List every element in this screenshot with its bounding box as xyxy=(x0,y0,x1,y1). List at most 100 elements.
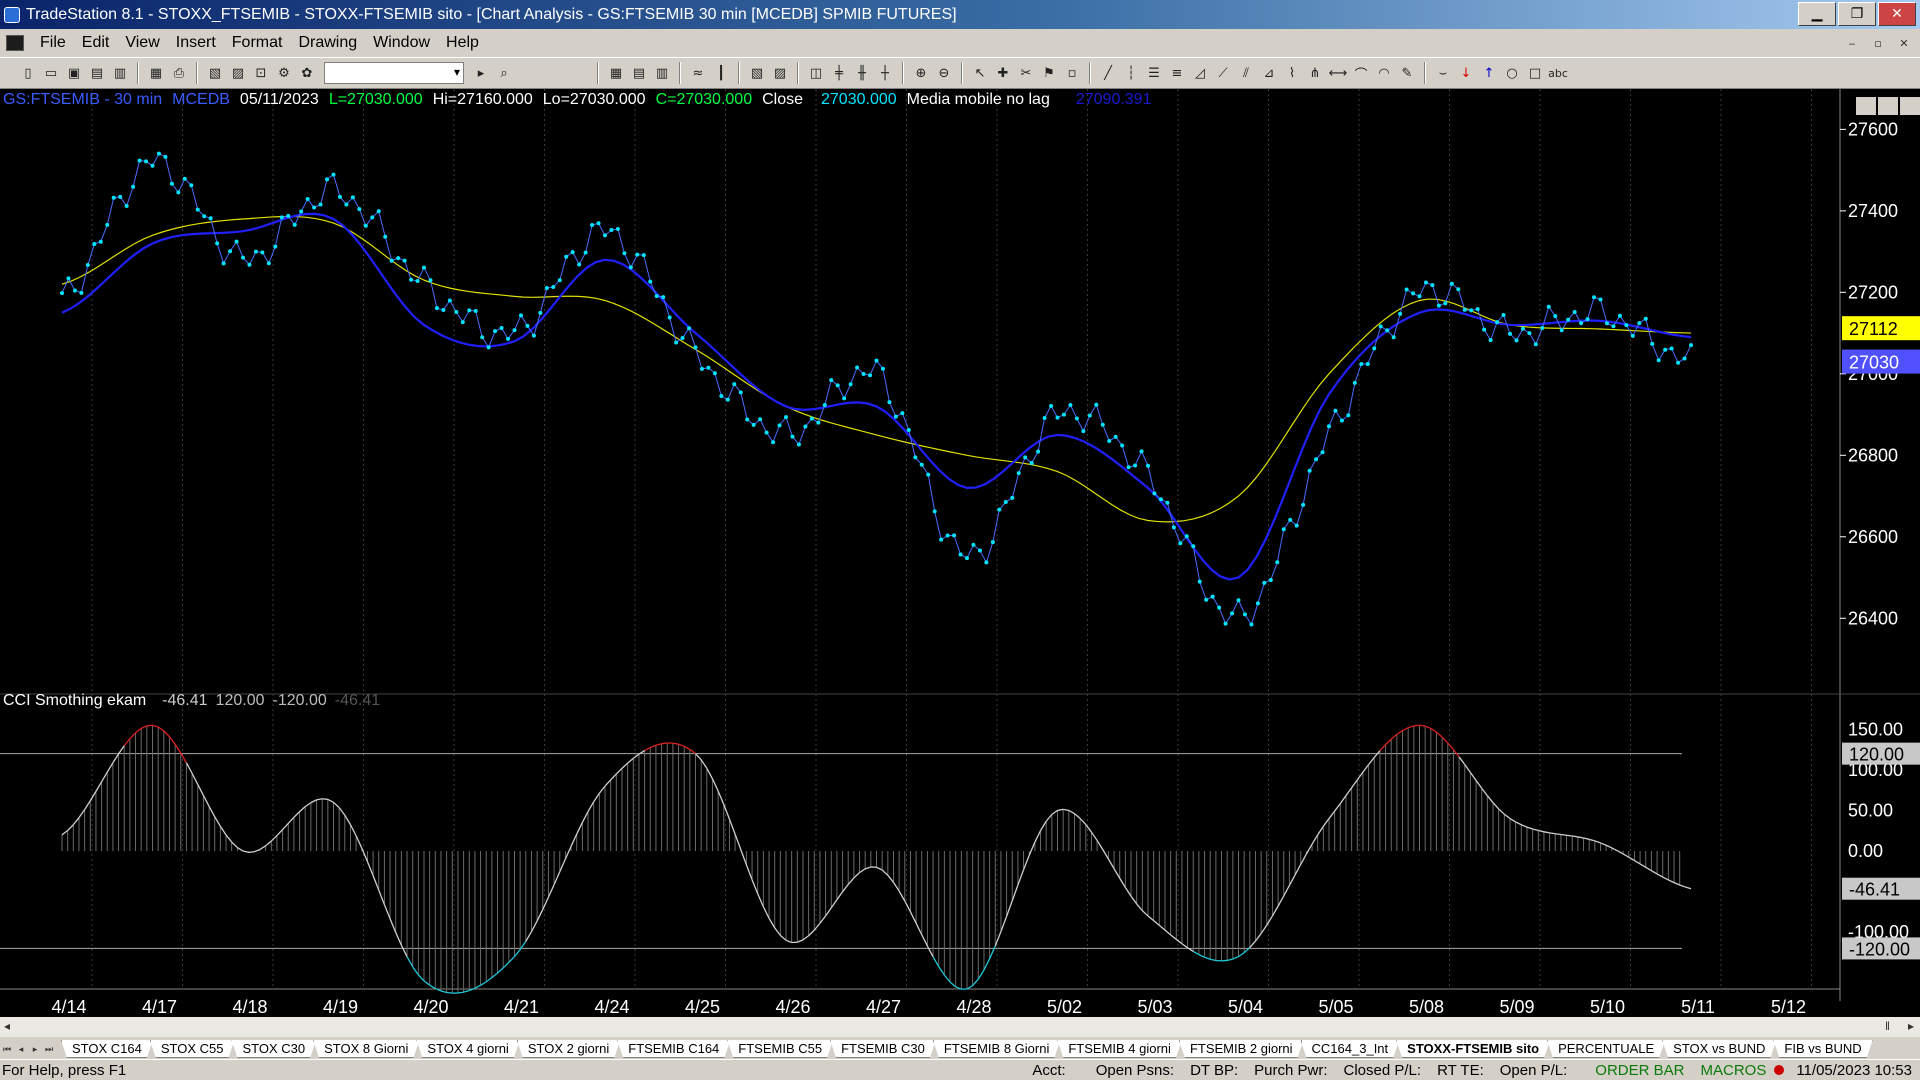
pointer-icon[interactable]: ↖ xyxy=(970,63,990,83)
zoom-in-icon[interactable]: ⊕ xyxy=(911,63,931,83)
tab-prev-icon[interactable]: ◂ xyxy=(14,1042,28,1056)
scroll-right-arrow-icon[interactable]: ▸ xyxy=(1908,1019,1914,1033)
symbol-lookup-icon[interactable]: ⌕ xyxy=(494,63,514,83)
workspace-tab[interactable]: FTSEMIB 4 giorni xyxy=(1057,1040,1182,1058)
horizontal-lines-icon[interactable]: ☰ xyxy=(1144,63,1164,83)
vertical-lines-icon[interactable]: ┆ xyxy=(1121,63,1141,83)
drawing-object-icon[interactable]: ▫ xyxy=(1062,63,1082,83)
pencil-icon[interactable]: ✎ xyxy=(1397,63,1417,83)
workspace-tab[interactable]: STOX 2 giorni xyxy=(517,1040,620,1058)
text-icon[interactable]: abc xyxy=(1548,63,1568,83)
tab-first-icon[interactable]: ⏮ xyxy=(0,1042,14,1056)
open-workspace-icon[interactable]: ▣ xyxy=(64,63,84,83)
indicator-icon[interactable]: ⚙ xyxy=(274,63,294,83)
maximize-button[interactable]: ❐ xyxy=(1838,2,1876,26)
workspace-tab[interactable]: STOX C164 xyxy=(61,1040,153,1058)
data-window-icon[interactable]: ◫ xyxy=(806,63,826,83)
workspace-tab[interactable]: STOX C55 xyxy=(150,1040,235,1058)
rectangle-icon[interactable]: □ xyxy=(1525,63,1545,83)
new-icon[interactable]: ▯ xyxy=(18,63,38,83)
status-macros[interactable]: MACROS xyxy=(1692,1062,1774,1079)
workspace-tab[interactable]: CC164_3_Int xyxy=(1301,1040,1400,1058)
tools-icon[interactable]: ✂ xyxy=(1016,63,1036,83)
bar-chart-icon[interactable]: ┃ xyxy=(711,63,731,83)
horizontal-scrollbar[interactable]: ◂ ‖ ▸ xyxy=(0,1017,1920,1037)
radarscreen-icon[interactable]: ▤ xyxy=(629,63,649,83)
workspace-tab[interactable]: FTSEMIB C30 xyxy=(830,1040,936,1058)
menu-help[interactable]: Help xyxy=(438,29,487,57)
cycles-icon[interactable]: ⌇ xyxy=(1282,63,1302,83)
workspace-tab[interactable]: PERCENTUALE xyxy=(1547,1040,1665,1058)
fan-icon[interactable]: ◠ xyxy=(1374,63,1394,83)
crosshair-icon[interactable]: ✚ xyxy=(993,63,1013,83)
workspace-tab[interactable]: STOX 8 Giorni xyxy=(313,1040,419,1058)
cci-line-segment xyxy=(1464,764,1471,773)
menu-drawing[interactable]: Drawing xyxy=(290,29,365,57)
menu-file[interactable]: File xyxy=(32,29,74,57)
zoom-out-icon[interactable]: ⊖ xyxy=(934,63,954,83)
copy-icon[interactable]: ▨ xyxy=(228,63,248,83)
tab-last-icon[interactable]: ⏭ xyxy=(42,1042,56,1056)
status-order-bar[interactable]: ORDER BAR xyxy=(1587,1062,1692,1079)
cut-icon[interactable]: ▧ xyxy=(205,63,225,83)
chart-window[interactable]: 27600 27400 27200 27000 26800 26600 26400 27112… xyxy=(0,89,1920,1027)
workspace-tab[interactable]: FTSEMIB 2 giorni xyxy=(1179,1040,1304,1058)
format-symbol-icon[interactable]: ▨ xyxy=(770,63,790,83)
channel-icon[interactable]: ⫽ xyxy=(1236,63,1256,83)
andrews-icon[interactable]: ⊿ xyxy=(1259,63,1279,83)
chart-document-icon[interactable] xyxy=(6,35,24,51)
format-icon[interactable]: ▧ xyxy=(747,63,767,83)
arc-icon[interactable]: ⌒ xyxy=(1351,63,1371,83)
close-point xyxy=(292,222,297,227)
close-button[interactable]: ✕ xyxy=(1878,2,1916,26)
ohlc-icon[interactable]: ╫ xyxy=(852,63,872,83)
mdi-restore-button[interactable]: ▫ xyxy=(1866,33,1890,53)
folder-icon[interactable]: ▥ xyxy=(110,63,130,83)
workspace-tab[interactable]: STOX C30 xyxy=(231,1040,316,1058)
workspace-tab[interactable]: FIB vs BUND xyxy=(1773,1040,1872,1058)
menu-window[interactable]: Window xyxy=(365,29,438,57)
save-icon[interactable]: ▦ xyxy=(146,63,166,83)
matrix-icon[interactable]: ▥ xyxy=(652,63,672,83)
symbol-combo[interactable] xyxy=(324,62,464,84)
lock-icon[interactable]: ⊡ xyxy=(251,63,271,83)
up-arrow-icon[interactable]: ↑ xyxy=(1479,63,1499,83)
menu-view[interactable]: View xyxy=(117,29,167,57)
workspace-tab[interactable]: FTSEMIB 8 Giorni xyxy=(933,1040,1060,1058)
strategy-icon[interactable]: ✿ xyxy=(297,63,317,83)
candlestick-icon[interactable]: ╪ xyxy=(829,63,849,83)
workspace-tab[interactable]: STOX 4 giorni xyxy=(416,1040,519,1058)
bars-icon[interactable]: ┼ xyxy=(875,63,895,83)
tab-next-icon[interactable]: ▸ xyxy=(28,1042,42,1056)
line-chart-icon[interactable]: ≈ xyxy=(688,63,708,83)
open-icon[interactable]: ▭ xyxy=(41,63,61,83)
menu-edit[interactable]: Edit xyxy=(74,29,118,57)
alert-icon[interactable]: ⚑ xyxy=(1039,63,1059,83)
regression-icon[interactable]: ⟷ xyxy=(1328,63,1348,83)
arrow-right-icon[interactable]: ▸ xyxy=(471,63,491,83)
chart-analysis-icon[interactable]: ▦ xyxy=(606,63,626,83)
scroll-left-icon[interactable]: ◂ xyxy=(4,1019,10,1033)
mdi-close-button[interactable]: ✕ xyxy=(1892,33,1916,53)
workspace-tab[interactable]: FTSEMIB C164 xyxy=(617,1040,730,1058)
curve-icon[interactable]: ⌣ xyxy=(1433,63,1453,83)
menu-format[interactable]: Format xyxy=(224,29,291,57)
trendline-icon[interactable]: ╱ xyxy=(1098,63,1118,83)
ellipse-icon[interactable]: ○ xyxy=(1502,63,1522,83)
print-icon[interactable]: ⎙ xyxy=(169,63,189,83)
minimize-button[interactable]: ▁ xyxy=(1798,2,1836,26)
down-arrow-icon[interactable]: ↓ xyxy=(1456,63,1476,83)
gann-icon[interactable]: ◿ xyxy=(1190,63,1210,83)
menu-insert[interactable]: Insert xyxy=(168,29,224,57)
pitchfork-icon[interactable]: ⋔ xyxy=(1305,63,1325,83)
workspace-tab[interactable]: STOXX-FTSEMIB sito xyxy=(1396,1040,1550,1058)
scroll-right-icon[interactable]: ‖ xyxy=(1885,1019,1890,1033)
workspace-tab[interactable]: STOX vs BUND xyxy=(1662,1040,1776,1058)
fibonacci-icon[interactable]: ≡ xyxy=(1167,63,1187,83)
workspace-tab[interactable]: FTSEMIB C55 xyxy=(727,1040,833,1058)
speed-lines-icon[interactable]: ⟋ xyxy=(1213,63,1233,83)
chart-svg[interactable]: 2760027400272002700026800266002640027112… xyxy=(0,89,1920,1017)
new-window-icon[interactable]: ▤ xyxy=(87,63,107,83)
cci-line-segment xyxy=(1130,895,1138,905)
mdi-minimize-button[interactable]: ‒ xyxy=(1840,33,1864,53)
